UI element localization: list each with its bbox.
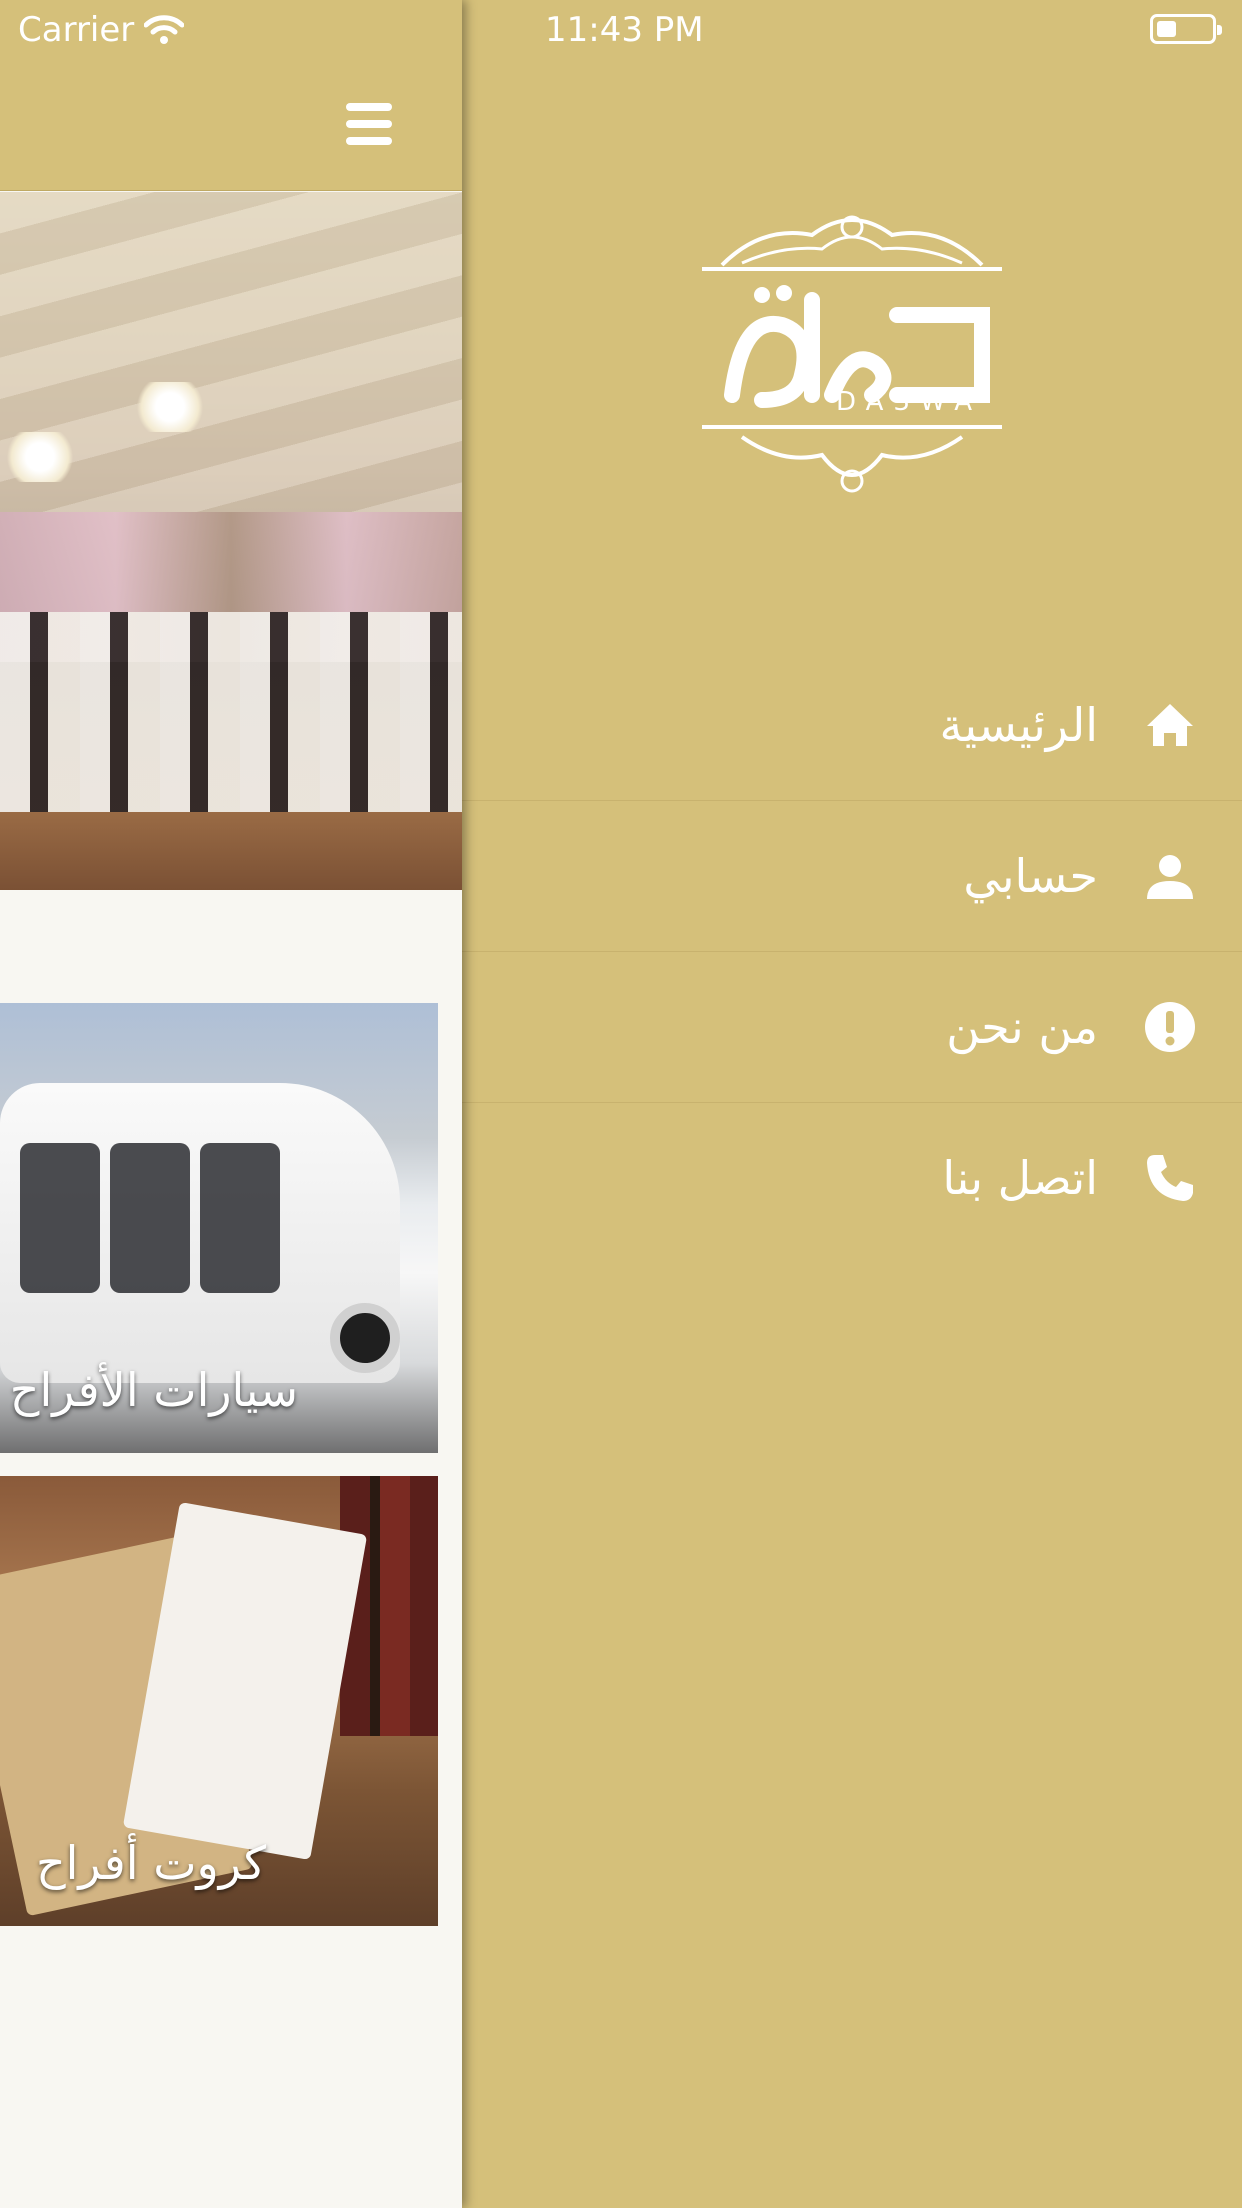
menu-item-label: من نحن (946, 1000, 1098, 1054)
hero-floor (0, 812, 462, 890)
menu-list: الرئيسية حسابي من نحن اتصل بنا (462, 650, 1242, 1253)
car-window (200, 1143, 280, 1293)
phone-icon (1143, 1151, 1197, 1205)
wifi-icon (144, 15, 185, 45)
logo-text: DA3WA (836, 387, 982, 417)
card-label: كروت أفراح (35, 1836, 266, 1890)
car-wheel (330, 1303, 400, 1373)
category-card-cars[interactable]: سيارات الأفراح (0, 1003, 438, 1453)
card-label: سيارات الأفراح (9, 1363, 298, 1417)
status-carrier: Carrier (18, 8, 185, 52)
battery-icon (1150, 14, 1222, 44)
menu-item-home[interactable]: الرئيسية (462, 650, 1242, 801)
menu-item-label: حسابي (963, 849, 1098, 903)
hero-tables (0, 612, 462, 832)
main-content[interactable]: سيارات الأفراح كروت أفراح (0, 0, 462, 2208)
chandelier (0, 432, 80, 482)
battery-level (1157, 21, 1176, 37)
status-time: 11:43 PM (545, 10, 704, 50)
menu-item-label: اتصل بنا (942, 1151, 1098, 1205)
info-icon (1143, 1000, 1197, 1054)
hamburger-icon[interactable] (346, 103, 392, 145)
chandelier (130, 382, 210, 432)
car-window (20, 1143, 100, 1293)
home-icon (1143, 698, 1197, 752)
da3wa-logo: DA3WA (702, 205, 1002, 501)
hero-image (0, 192, 462, 890)
car-window (110, 1143, 190, 1293)
menu-item-account[interactable]: حسابي (462, 801, 1242, 952)
category-card-invitations[interactable]: كروت أفراح (0, 1476, 438, 1926)
menu-item-about[interactable]: من نحن (462, 952, 1242, 1103)
user-icon (1143, 849, 1197, 903)
side-menu: DA3WA الرئيسية حسابي من نحن اتصل بنا (462, 0, 1242, 2208)
menu-item-contact[interactable]: اتصل بنا (462, 1103, 1242, 1253)
carrier-label: Carrier (18, 10, 135, 50)
battery-cap (1217, 25, 1222, 35)
menu-item-label: الرئيسية (939, 698, 1098, 752)
